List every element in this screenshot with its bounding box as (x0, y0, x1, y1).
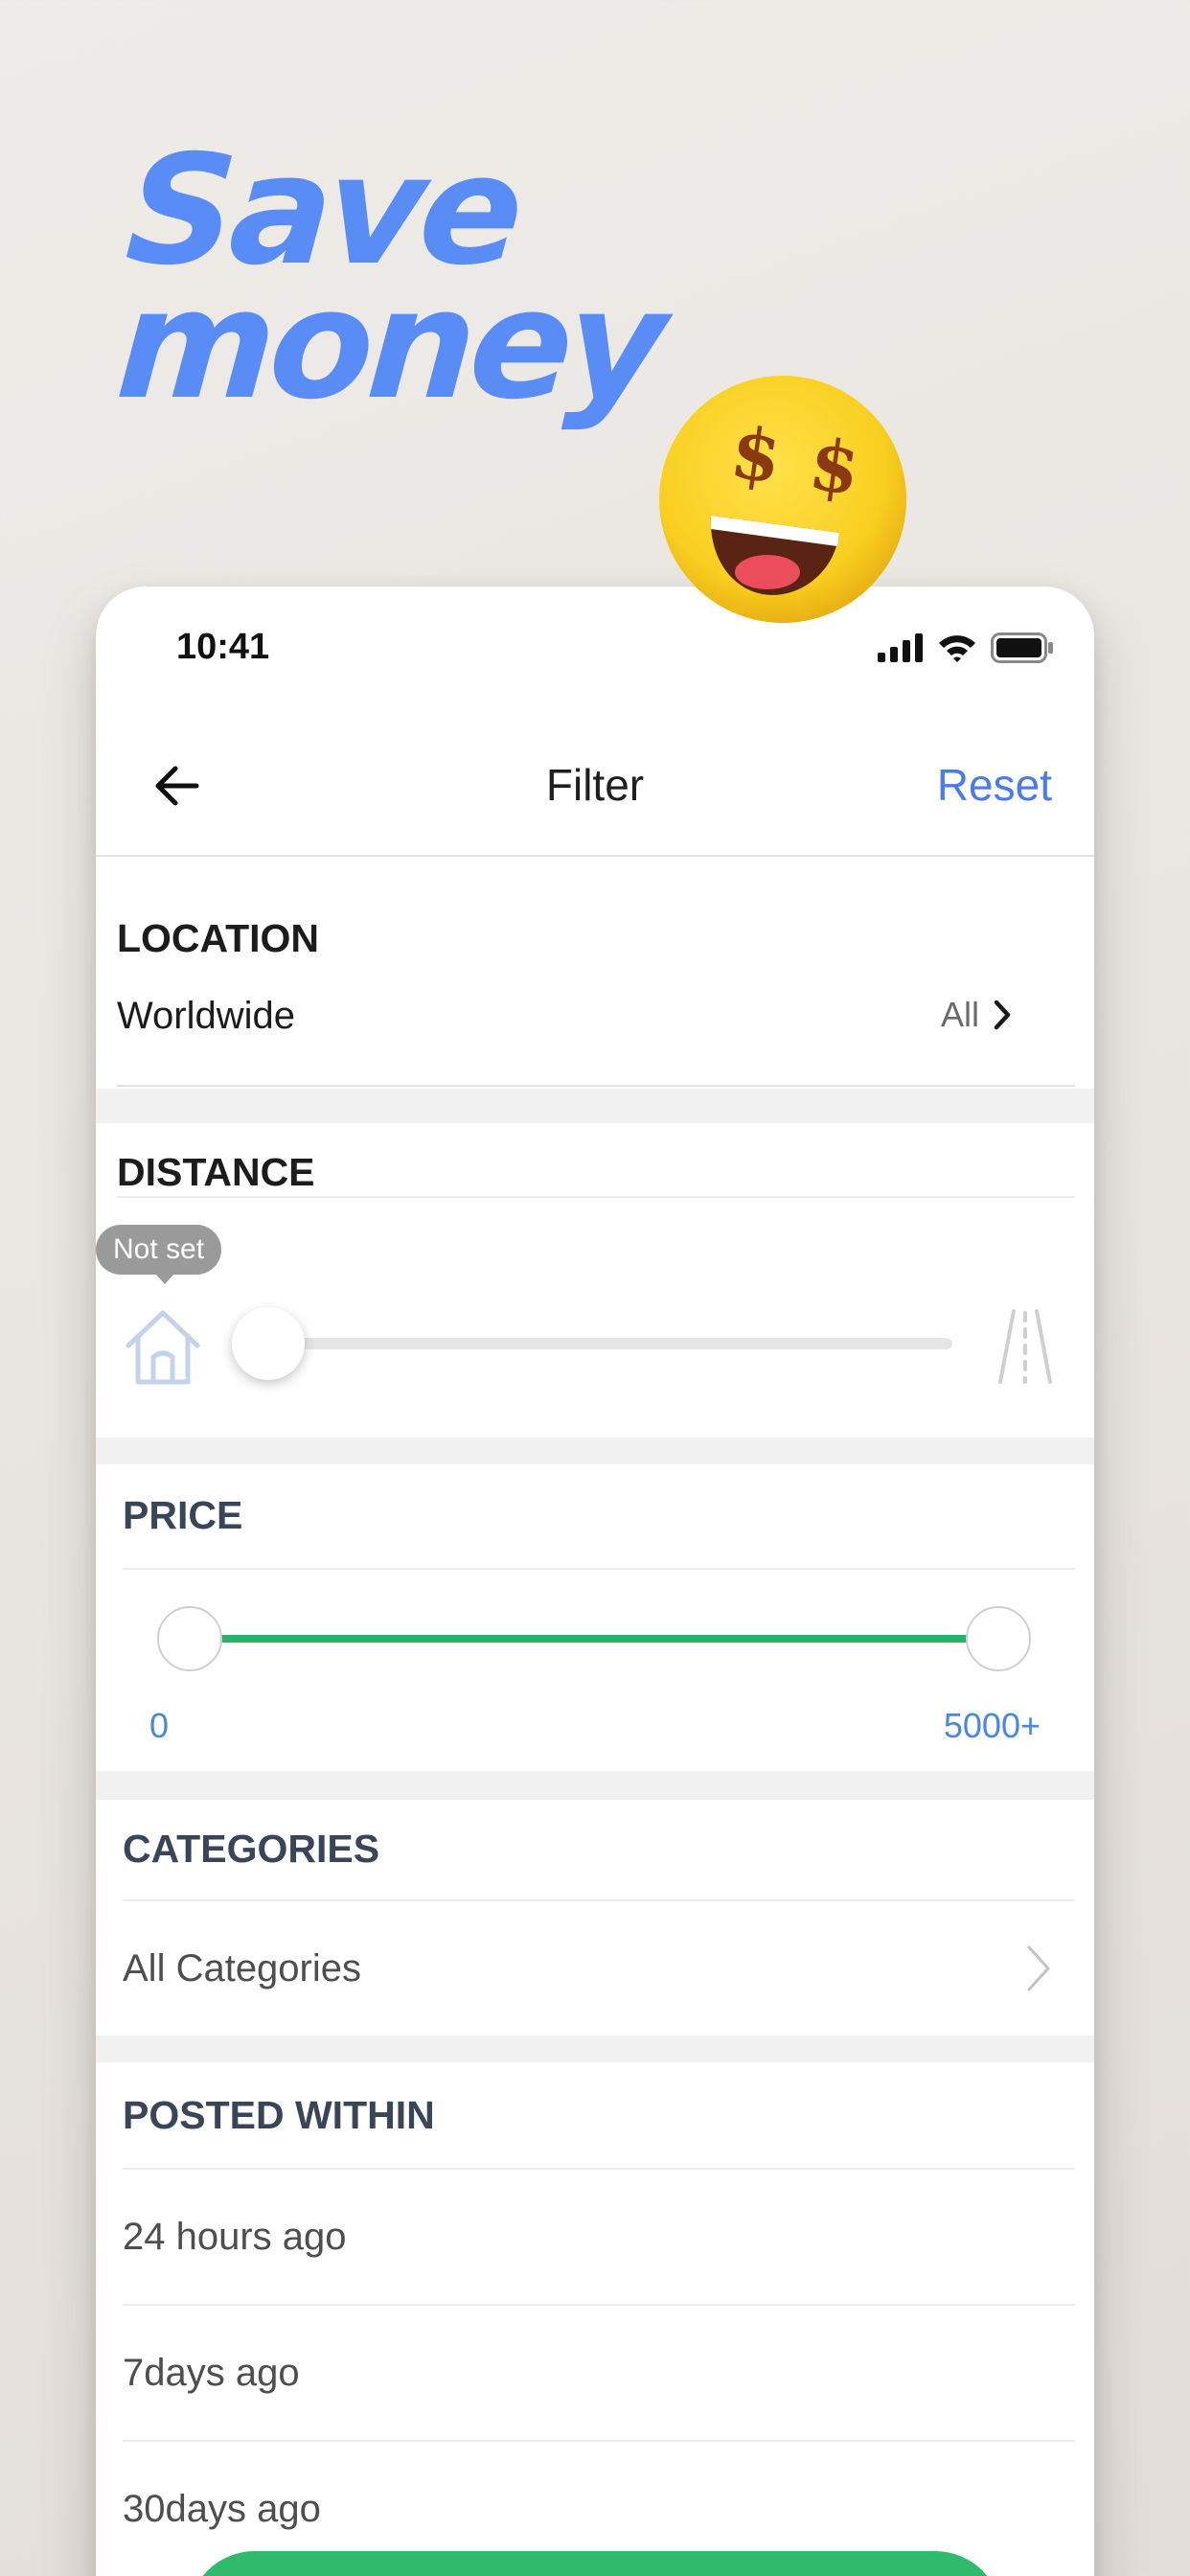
navigation-bar: Filter Reset (96, 711, 1094, 857)
section-gap (96, 1438, 1094, 1464)
status-bar: 10:41 (96, 586, 1094, 711)
phone-screen: 10:41 Filter Reset LOCATION Worldwide Al… (96, 586, 1094, 2576)
promo-headline: Save money (111, 123, 674, 433)
divider (123, 2304, 1075, 2306)
status-time: 10:41 (176, 627, 270, 667)
apply-filter-button[interactable] (188, 2551, 1002, 2576)
price-range-track[interactable] (190, 1635, 1000, 1643)
section-gap (96, 1089, 1094, 1123)
distance-slider-thumb[interactable] (232, 1307, 305, 1380)
categories-section-label: CATEGORIES (123, 1827, 380, 1871)
divider (123, 1899, 1075, 1901)
distance-section-label: DISTANCE (117, 1150, 315, 1194)
divider (123, 2440, 1075, 2442)
wifi-icon (939, 635, 975, 662)
status-icons (878, 632, 1054, 663)
location-scope-label: All (940, 995, 979, 1034)
location-section-label: LOCATION (117, 916, 320, 960)
posted-within-option[interactable]: 7days ago (123, 2352, 300, 2395)
price-section-label: PRICE (123, 1493, 243, 1537)
location-scope-selector[interactable]: All (941, 995, 1012, 1035)
categories-value[interactable]: All Categories (123, 1947, 361, 1990)
posted-within-section-label: POSTED WITHIN (123, 2093, 435, 2137)
posted-within-option[interactable]: 24 hours ago (123, 2216, 347, 2259)
price-max-thumb[interactable] (966, 1606, 1031, 1671)
location-value[interactable]: Worldwide (117, 995, 295, 1038)
money-face-emoji-icon: $ $ (659, 376, 906, 623)
chevron-right-icon (994, 1000, 1011, 1030)
divider (123, 2168, 1075, 2170)
posted-within-option[interactable]: 30days ago (123, 2488, 321, 2531)
battery-icon (991, 632, 1053, 663)
divider (117, 1196, 1075, 1198)
price-max-value: 5000+ (943, 1706, 1041, 1745)
promo-headline-line-2: money (111, 257, 667, 433)
section-gap (96, 1771, 1094, 1800)
cellular-signal-icon (878, 633, 923, 662)
road-icon (998, 1309, 1052, 1384)
reset-button[interactable]: Reset (937, 759, 1052, 811)
home-icon (126, 1310, 200, 1385)
section-gap (96, 2036, 1094, 2062)
price-min-thumb[interactable] (157, 1606, 222, 1671)
distance-tooltip: Not set (96, 1225, 222, 1284)
price-min-value: 0 (149, 1706, 170, 1745)
distance-slider-track[interactable] (268, 1338, 952, 1349)
divider (123, 1568, 1075, 1570)
divider (117, 1085, 1075, 1087)
chevron-right-icon[interactable] (1025, 1944, 1052, 1993)
